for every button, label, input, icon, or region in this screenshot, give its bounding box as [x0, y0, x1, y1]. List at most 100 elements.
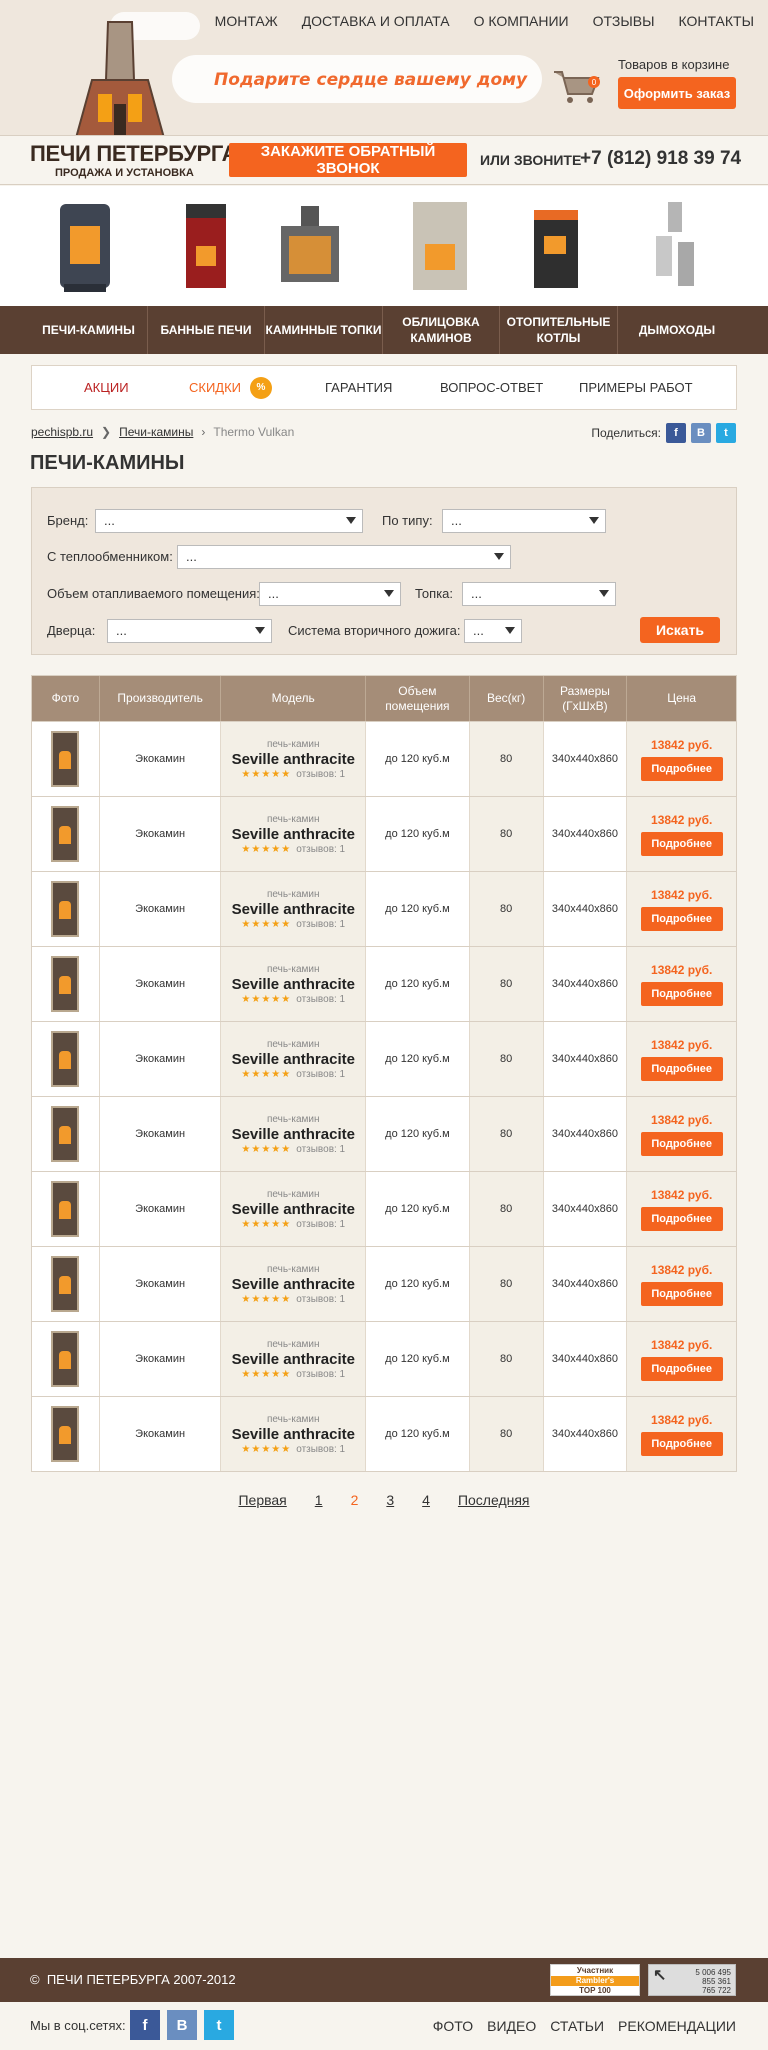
details-button[interactable]: Подробнее — [640, 756, 723, 781]
brand-select[interactable]: ... — [95, 509, 363, 533]
visit-counter[interactable]: ↖ 5 006 495 855 361 765 722 — [648, 1964, 736, 1996]
review-count[interactable]: отзывов: 1 — [296, 1294, 345, 1305]
review-count[interactable]: отзывов: 1 — [296, 844, 345, 855]
details-button[interactable]: Подробнее — [640, 1056, 723, 1081]
type-select[interactable]: ... — [442, 509, 606, 533]
details-button[interactable]: Подробнее — [640, 1281, 723, 1306]
category-chimneys[interactable]: ДЫМОХОДЫ — [618, 306, 736, 354]
subnav-warranty[interactable]: ГАРАНТИЯ — [325, 380, 392, 395]
page-4[interactable]: 4 — [422, 1492, 430, 1508]
vk-icon[interactable]: B — [167, 2010, 197, 2040]
product-thumbnail[interactable] — [51, 1106, 80, 1162]
details-button[interactable]: Подробнее — [640, 1356, 723, 1381]
review-count[interactable]: отзывов: 1 — [296, 769, 345, 780]
share-twitter-icon[interactable]: t — [716, 423, 736, 443]
twitter-icon[interactable]: t — [204, 2010, 234, 2040]
breadcrumb-category[interactable]: Печи-камины — [119, 425, 193, 439]
product-type: печь-камин — [266, 1038, 320, 1050]
page-last[interactable]: Последняя — [458, 1492, 530, 1508]
top-nav-montage[interactable]: МОНТАЖ — [215, 13, 278, 29]
product-thumbnail[interactable] — [51, 1181, 80, 1237]
product-model-link[interactable]: Seville anthracite — [232, 901, 355, 918]
subnav-work-examples[interactable]: ПРИМЕРЫ РАБОТ — [579, 380, 693, 395]
logo-title[interactable]: ПЕЧИ ПЕТЕРБУРГА — [30, 141, 238, 167]
category-fireplace-cladding[interactable]: ОБЛИЦОВКА КАМИНОВ — [383, 306, 500, 354]
details-button[interactable]: Подробнее — [640, 1131, 723, 1156]
top-nav-delivery[interactable]: ДОСТАВКА И ОПЛАТА — [302, 13, 450, 29]
details-button[interactable]: Подробнее — [640, 831, 723, 856]
top-nav-contacts[interactable]: КОНТАКТЫ — [678, 13, 754, 29]
top-nav-reviews[interactable]: ОТЗЫВЫ — [593, 13, 655, 29]
product-model-link[interactable]: Seville anthracite — [232, 1351, 355, 1368]
product-model-link[interactable]: Seville anthracite — [232, 1201, 355, 1218]
product-thumbnail[interactable] — [51, 731, 80, 787]
search-button[interactable]: Искать — [640, 617, 720, 643]
product-model-link[interactable]: Seville anthracite — [232, 976, 355, 993]
subnav-faq[interactable]: ВОПРОС-ОТВЕТ — [440, 380, 543, 395]
fireplace-cladding-image[interactable] — [405, 196, 475, 296]
photo-cell — [32, 797, 100, 871]
firebox-select[interactable]: ... — [462, 582, 616, 606]
subnav-discounts[interactable]: СКИДКИ — [189, 380, 241, 395]
product-model-link[interactable]: Seville anthracite — [232, 1051, 355, 1068]
category-sauna-stoves[interactable]: БАННЫЕ ПЕЧИ — [148, 306, 265, 354]
product-thumbnail[interactable] — [51, 1256, 80, 1312]
heat-exchanger-select[interactable]: ... — [177, 545, 511, 569]
product-model-link[interactable]: Seville anthracite — [232, 1276, 355, 1293]
phone-number[interactable]: +7 (812) 918 39 74 — [580, 148, 741, 170]
review-count[interactable]: отзывов: 1 — [296, 1144, 345, 1155]
cart-icon[interactable]: 0 — [552, 66, 602, 106]
door-select[interactable]: ... — [107, 619, 272, 643]
product-thumbnail[interactable] — [51, 881, 80, 937]
subnav-promotions[interactable]: АКЦИИ — [84, 380, 129, 395]
page-first[interactable]: Первая — [238, 1492, 286, 1508]
maker-cell: Экокамин — [100, 1022, 222, 1096]
page-3[interactable]: 3 — [386, 1492, 394, 1508]
chimney-pipes-image[interactable] — [640, 196, 710, 296]
share-facebook-icon[interactable]: f — [666, 423, 686, 443]
bottom-nav-video[interactable]: ВИДЕО — [487, 2018, 536, 2034]
heating-boiler-image[interactable] — [520, 196, 590, 296]
type-label: По типу: — [382, 513, 433, 528]
product-thumbnail[interactable] — [51, 1406, 80, 1462]
checkout-button[interactable]: Оформить заказ — [618, 77, 736, 109]
review-count[interactable]: отзывов: 1 — [296, 919, 345, 930]
rambler-counter[interactable]: Участник Rambler's TOP 100 — [550, 1964, 640, 1996]
details-button[interactable]: Подробнее — [640, 1431, 723, 1456]
product-thumbnail[interactable] — [51, 806, 80, 862]
page-1[interactable]: 1 — [315, 1492, 323, 1508]
top-nav-about[interactable]: О КОМПАНИИ — [474, 13, 569, 29]
product-thumbnail[interactable] — [51, 1031, 80, 1087]
callback-button[interactable]: ЗАКАЖИТЕ ОБРАТНЫЙ ЗВОНОК — [229, 143, 467, 177]
review-count[interactable]: отзывов: 1 — [296, 994, 345, 1005]
product-model-link[interactable]: Seville anthracite — [232, 1126, 355, 1143]
sauna-stove-image[interactable] — [170, 196, 240, 296]
facebook-icon[interactable]: f — [130, 2010, 160, 2040]
review-count[interactable]: отзывов: 1 — [296, 1369, 345, 1380]
review-count[interactable]: отзывов: 1 — [296, 1444, 345, 1455]
fireplace-insert-image[interactable] — [275, 196, 345, 296]
product-thumbnail[interactable] — [51, 1331, 80, 1387]
product-model-link[interactable]: Seville anthracite — [232, 751, 355, 768]
product-thumbnail[interactable] — [51, 956, 80, 1012]
review-count[interactable]: отзывов: 1 — [296, 1069, 345, 1080]
category-fireplace-inserts[interactable]: КАМИННЫЕ ТОПКИ — [265, 306, 383, 354]
breadcrumb-home[interactable]: pechispb.ru — [31, 425, 93, 439]
volume-cell: до 120 куб.м — [366, 872, 470, 946]
room-volume-select[interactable]: ... — [259, 582, 401, 606]
review-count[interactable]: отзывов: 1 — [296, 1219, 345, 1230]
details-button[interactable]: Подробнее — [640, 1206, 723, 1231]
bottom-nav-photo[interactable]: ФОТО — [433, 2018, 473, 2034]
stove-fireplace-image[interactable] — [50, 196, 120, 296]
maker-cell: Экокамин — [100, 1397, 222, 1471]
bottom-nav-recommendations[interactable]: РЕКОМЕНДАЦИИ — [618, 2018, 736, 2034]
category-stove-fireplaces[interactable]: ПЕЧИ-КАМИНЫ — [30, 306, 148, 354]
share-vk-icon[interactable]: B — [691, 423, 711, 443]
details-button[interactable]: Подробнее — [640, 906, 723, 931]
afterburn-select[interactable]: ... — [464, 619, 522, 643]
bottom-nav-articles[interactable]: СТАТЬИ — [550, 2018, 604, 2034]
product-model-link[interactable]: Seville anthracite — [232, 826, 355, 843]
product-model-link[interactable]: Seville anthracite — [232, 1426, 355, 1443]
category-heating-boilers[interactable]: ОТОПИТЕЛЬНЫЕ КОТЛЫ — [500, 306, 618, 354]
details-button[interactable]: Подробнее — [640, 981, 723, 1006]
